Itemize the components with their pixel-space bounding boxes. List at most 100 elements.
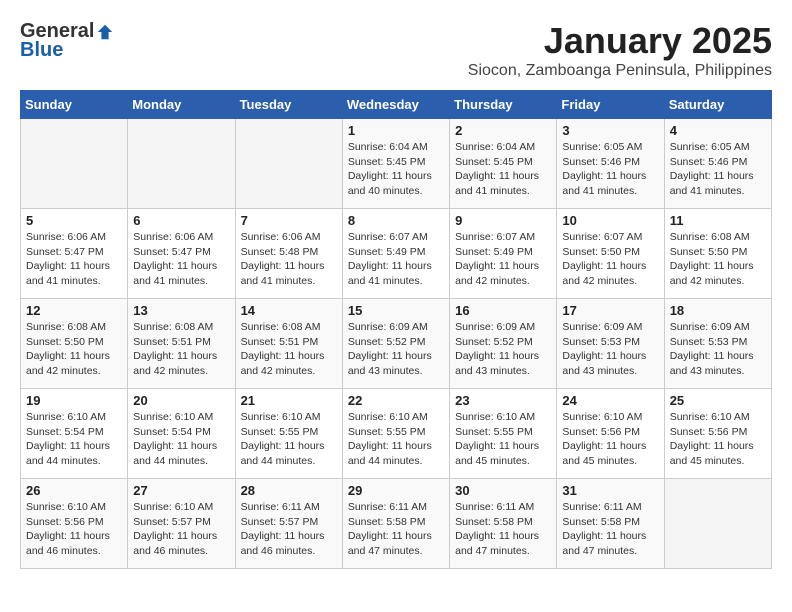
calendar-week-row: 5 Sunrise: 6:06 AM Sunset: 5:47 PM Daylig… [21, 209, 772, 299]
calendar-week-row: 12 Sunrise: 6:08 AM Sunset: 5:50 PM Dayli… [21, 299, 772, 389]
logo: General Blue [20, 20, 114, 62]
day-number: 4 [670, 123, 766, 138]
day-info: Sunrise: 6:05 AM Sunset: 5:46 PM Dayligh… [670, 140, 766, 199]
calendar-day-cell: 18Sunrise: 6:09 AM Sunset: 5:53 PM Dayli… [664, 299, 771, 389]
calendar-day-cell: 12 Sunrise: 6:08 AM Sunset: 5:50 PM Dayli… [21, 299, 128, 389]
calendar-day-cell: 2Sunrise: 6:04 AM Sunset: 5:45 PM Daylig… [450, 119, 557, 209]
day-number: 24 [562, 393, 658, 408]
day-number: 14 [241, 303, 337, 318]
calendar-day-cell: 16Sunrise: 6:09 AM Sunset: 5:52 PM Dayli… [450, 299, 557, 389]
calendar-day-cell: 15 Sunrise: 6:09 AM Sunset: 5:52 PM Dayli… [342, 299, 449, 389]
logo-blue-text: Blue [20, 39, 63, 62]
day-number: 22 [348, 393, 444, 408]
day-number: 5 [26, 213, 122, 228]
calendar-day-cell: 5Sunrise: 6:06 AM Sunset: 5:47 PM Daylig… [21, 209, 128, 299]
calendar-day-cell: 6 Sunrise: 6:06 AM Sunset: 5:47 PM Daylig… [128, 209, 235, 299]
day-number: 31 [562, 483, 658, 498]
calendar-day-cell: 14 Sunrise: 6:08 AM Sunset: 5:51 PM Dayli… [235, 299, 342, 389]
day-info: Sunrise: 6:11 AM Sunset: 5:58 PM Dayligh… [562, 500, 658, 559]
day-number: 18 [670, 303, 766, 318]
day-info: Sunrise: 6:08 AM Sunset: 5:50 PM Dayligh… [26, 320, 122, 379]
day-number: 17 [562, 303, 658, 318]
day-info: Sunrise: 6:10 AM Sunset: 5:55 PM Dayligh… [348, 410, 444, 469]
day-of-week-header: Monday [128, 91, 235, 119]
day-info: Sunrise: 6:08 AM Sunset: 5:51 PM Dayligh… [241, 320, 337, 379]
calendar-day-cell: 3 Sunrise: 6:05 AM Sunset: 5:46 PM Daylig… [557, 119, 664, 209]
day-info: Sunrise: 6:04 AM Sunset: 5:45 PM Dayligh… [455, 140, 551, 199]
calendar-day-cell: 26 Sunrise: 6:10 AM Sunset: 5:56 PM Dayli… [21, 479, 128, 569]
calendar-day-cell: 11 Sunrise: 6:08 AM Sunset: 5:50 PM Dayli… [664, 209, 771, 299]
calendar-header-row: SundayMondayTuesdayWednesdayThursdayFrid… [21, 91, 772, 119]
day-info: Sunrise: 6:11 AM Sunset: 5:57 PM Dayligh… [241, 500, 337, 559]
day-number: 7 [241, 213, 337, 228]
day-info: Sunrise: 6:10 AM Sunset: 5:56 PM Dayligh… [670, 410, 766, 469]
calendar-day-cell: 28 Sunrise: 6:11 AM Sunset: 5:57 PM Dayli… [235, 479, 342, 569]
day-number: 12 [26, 303, 122, 318]
day-info: Sunrise: 6:09 AM Sunset: 5:52 PM Dayligh… [348, 320, 444, 379]
calendar-day-cell: 22 Sunrise: 6:10 AM Sunset: 5:55 PM Dayli… [342, 389, 449, 479]
day-info: Sunrise: 6:08 AM Sunset: 5:50 PM Dayligh… [670, 230, 766, 289]
calendar-day-cell: 1Sunrise: 6:04 AM Sunset: 5:45 PM Daylig… [342, 119, 449, 209]
day-number: 13 [133, 303, 229, 318]
day-number: 20 [133, 393, 229, 408]
day-info: Sunrise: 6:08 AM Sunset: 5:51 PM Dayligh… [133, 320, 229, 379]
calendar-day-cell: 31 Sunrise: 6:11 AM Sunset: 5:58 PM Dayli… [557, 479, 664, 569]
calendar-day-cell [664, 479, 771, 569]
calendar-day-cell: 9Sunrise: 6:07 AM Sunset: 5:49 PM Daylig… [450, 209, 557, 299]
calendar-day-cell: 24 Sunrise: 6:10 AM Sunset: 5:56 PM Dayli… [557, 389, 664, 479]
calendar-day-cell: 25Sunrise: 6:10 AM Sunset: 5:56 PM Dayli… [664, 389, 771, 479]
day-of-week-header: Thursday [450, 91, 557, 119]
day-number: 10 [562, 213, 658, 228]
calendar-day-cell: 19 Sunrise: 6:10 AM Sunset: 5:54 PM Dayli… [21, 389, 128, 479]
day-number: 29 [348, 483, 444, 498]
title-block: January 2025 Siocon, Zamboanga Peninsula… [468, 20, 772, 80]
calendar-day-cell: 13 Sunrise: 6:08 AM Sunset: 5:51 PM Dayli… [128, 299, 235, 389]
day-number: 9 [455, 213, 551, 228]
day-of-week-header: Saturday [664, 91, 771, 119]
calendar-day-cell: 30 Sunrise: 6:11 AM Sunset: 5:58 PM Dayli… [450, 479, 557, 569]
day-number: 30 [455, 483, 551, 498]
day-of-week-header: Friday [557, 91, 664, 119]
day-info: Sunrise: 6:07 AM Sunset: 5:49 PM Dayligh… [348, 230, 444, 289]
day-info: Sunrise: 6:10 AM Sunset: 5:54 PM Dayligh… [133, 410, 229, 469]
day-info: Sunrise: 6:11 AM Sunset: 5:58 PM Dayligh… [348, 500, 444, 559]
calendar-table: SundayMondayTuesdayWednesdayThursdayFrid… [20, 90, 772, 569]
calendar-day-cell: 17Sunrise: 6:09 AM Sunset: 5:53 PM Dayli… [557, 299, 664, 389]
day-number: 23 [455, 393, 551, 408]
calendar-day-cell: 8Sunrise: 6:07 AM Sunset: 5:49 PM Daylig… [342, 209, 449, 299]
day-info: Sunrise: 6:09 AM Sunset: 5:52 PM Dayligh… [455, 320, 551, 379]
month-title: January 2025 [468, 20, 772, 62]
calendar-day-cell [21, 119, 128, 209]
calendar-day-cell: 4 Sunrise: 6:05 AM Sunset: 5:46 PM Daylig… [664, 119, 771, 209]
day-info: Sunrise: 6:05 AM Sunset: 5:46 PM Dayligh… [562, 140, 658, 199]
day-info: Sunrise: 6:10 AM Sunset: 5:57 PM Dayligh… [133, 500, 229, 559]
day-info: Sunrise: 6:10 AM Sunset: 5:56 PM Dayligh… [562, 410, 658, 469]
day-number: 19 [26, 393, 122, 408]
day-number: 15 [348, 303, 444, 318]
calendar-day-cell: 23Sunrise: 6:10 AM Sunset: 5:55 PM Dayli… [450, 389, 557, 479]
day-number: 26 [26, 483, 122, 498]
calendar-day-cell [235, 119, 342, 209]
calendar-day-cell: 7Sunrise: 6:06 AM Sunset: 5:48 PM Daylig… [235, 209, 342, 299]
calendar-week-row: 26 Sunrise: 6:10 AM Sunset: 5:56 PM Dayli… [21, 479, 772, 569]
day-number: 11 [670, 213, 766, 228]
calendar-day-cell: 20 Sunrise: 6:10 AM Sunset: 5:54 PM Dayli… [128, 389, 235, 479]
location-subtitle: Siocon, Zamboanga Peninsula, Philippines [468, 62, 772, 80]
day-info: Sunrise: 6:04 AM Sunset: 5:45 PM Dayligh… [348, 140, 444, 199]
day-info: Sunrise: 6:06 AM Sunset: 5:47 PM Dayligh… [133, 230, 229, 289]
day-number: 27 [133, 483, 229, 498]
calendar-day-cell: 27 Sunrise: 6:10 AM Sunset: 5:57 PM Dayli… [128, 479, 235, 569]
day-of-week-header: Sunday [21, 91, 128, 119]
day-number: 21 [241, 393, 337, 408]
calendar-day-cell: 29 Sunrise: 6:11 AM Sunset: 5:58 PM Dayli… [342, 479, 449, 569]
day-number: 3 [562, 123, 658, 138]
day-info: Sunrise: 6:11 AM Sunset: 5:58 PM Dayligh… [455, 500, 551, 559]
calendar-day-cell [128, 119, 235, 209]
day-info: Sunrise: 6:10 AM Sunset: 5:56 PM Dayligh… [26, 500, 122, 559]
page-header: General Blue January 2025 Siocon, Zamboa… [20, 20, 772, 80]
day-info: Sunrise: 6:10 AM Sunset: 5:55 PM Dayligh… [241, 410, 337, 469]
day-info: Sunrise: 6:10 AM Sunset: 5:54 PM Dayligh… [26, 410, 122, 469]
day-number: 6 [133, 213, 229, 228]
calendar-day-cell: 21 Sunrise: 6:10 AM Sunset: 5:55 PM Dayli… [235, 389, 342, 479]
day-number: 28 [241, 483, 337, 498]
